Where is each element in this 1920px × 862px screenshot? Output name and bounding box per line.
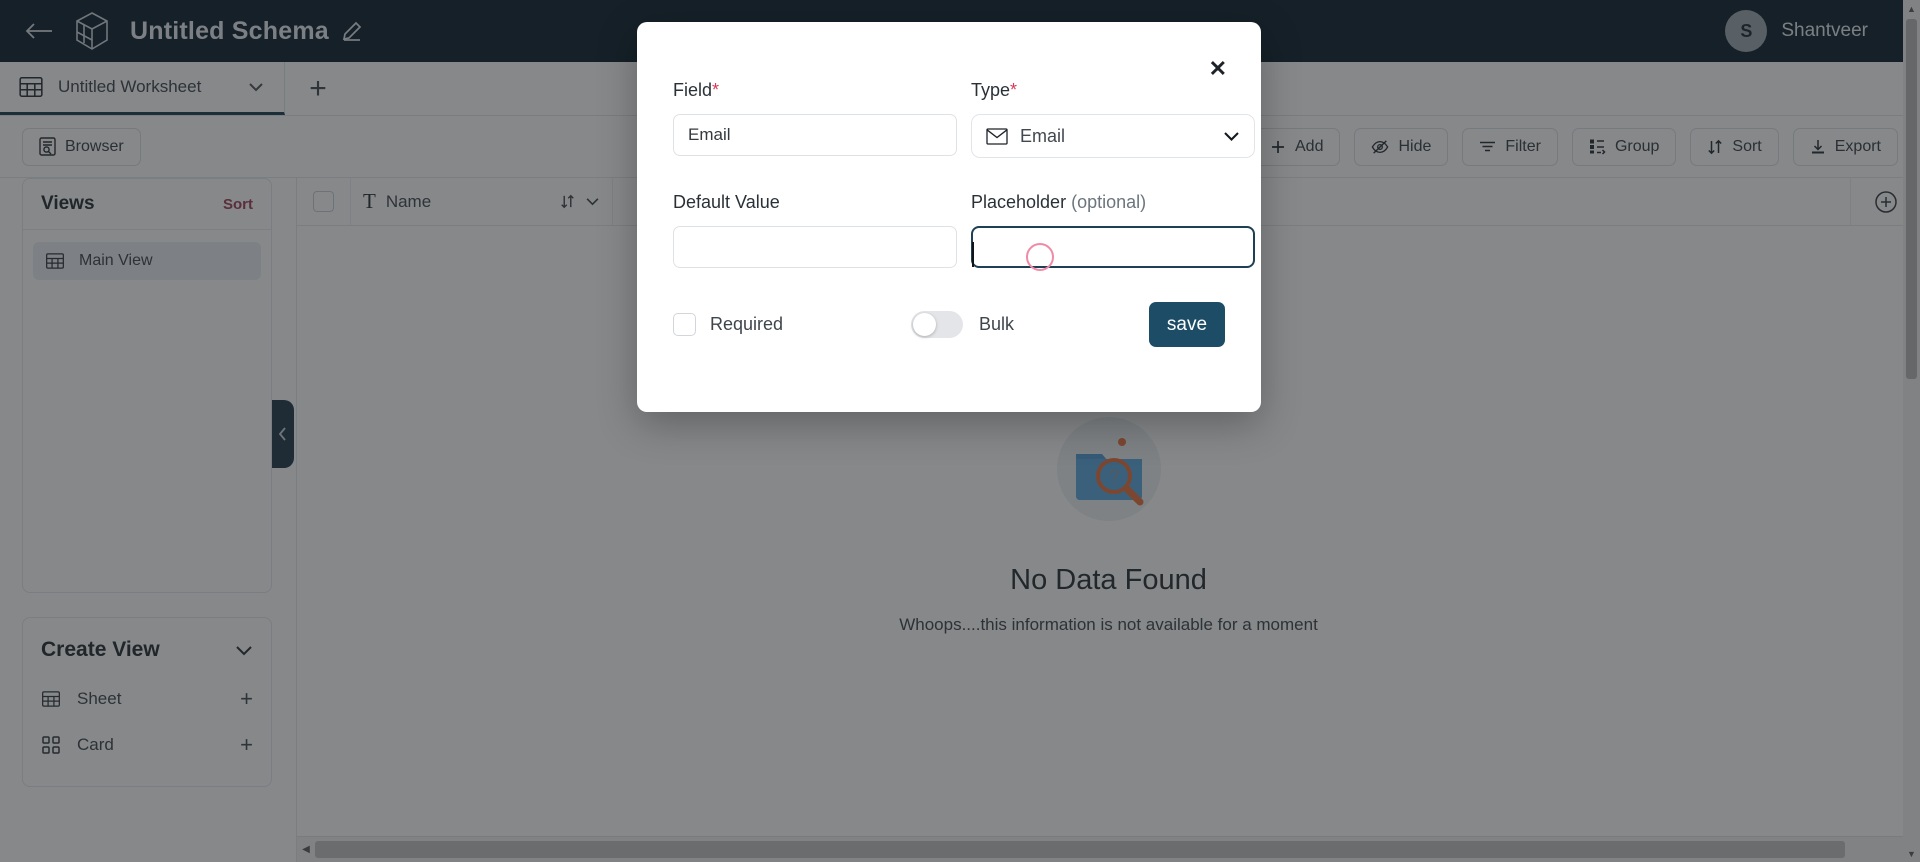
field-name-input[interactable]: [673, 114, 957, 156]
default-value-label: Default Value: [673, 192, 780, 212]
placeholder-group: Placeholder (optional): [971, 192, 1255, 268]
envelope-icon: [986, 127, 1008, 145]
save-button[interactable]: save: [1149, 302, 1225, 347]
bulk-toggle[interactable]: Bulk: [911, 311, 1014, 338]
field-label-text: Field: [673, 80, 713, 100]
required-checkbox-label: Required: [710, 314, 784, 334]
modal-footer: Required Bulk save: [673, 268, 1225, 347]
checkbox-box: [673, 313, 696, 336]
placeholder-label-text: Placeholder: [971, 192, 1067, 212]
required-asterisk: *: [1010, 80, 1018, 100]
default-value-group: Default Value: [673, 192, 957, 268]
modal-row-field-type: Field* Type* Email: [673, 22, 1255, 158]
type-group: Type* Email: [971, 80, 1255, 158]
type-label-text: Type: [971, 80, 1011, 100]
toggle-track: [911, 311, 963, 338]
optional-tag: (optional): [1071, 192, 1147, 212]
text-cursor: [972, 242, 974, 267]
type-label: Type*: [971, 80, 1255, 101]
chevron-down-icon[interactable]: [1223, 131, 1240, 141]
placeholder-label: Placeholder (optional): [971, 192, 1255, 213]
placeholder-input[interactable]: [971, 226, 1255, 268]
bulk-toggle-label: Bulk: [979, 314, 1015, 334]
required-checkbox[interactable]: Required: [673, 313, 911, 336]
app-root: Untitled Schema S Shantveer Untitled Wor…: [0, 0, 1920, 862]
type-select[interactable]: Email: [971, 114, 1255, 158]
modal-row-default-placeholder: Default Value Placeholder (optional): [673, 158, 1255, 268]
field-label: Field*: [673, 80, 957, 101]
type-select-value: Email: [1020, 125, 1066, 146]
toggle-knob: [913, 313, 936, 336]
close-x-icon[interactable]: ✕: [1209, 58, 1227, 80]
required-asterisk: *: [712, 80, 720, 100]
field-group: Field*: [673, 80, 957, 158]
default-value-input[interactable]: [673, 226, 957, 268]
field-settings-modal: ✕ Field* Type*: [637, 22, 1261, 412]
